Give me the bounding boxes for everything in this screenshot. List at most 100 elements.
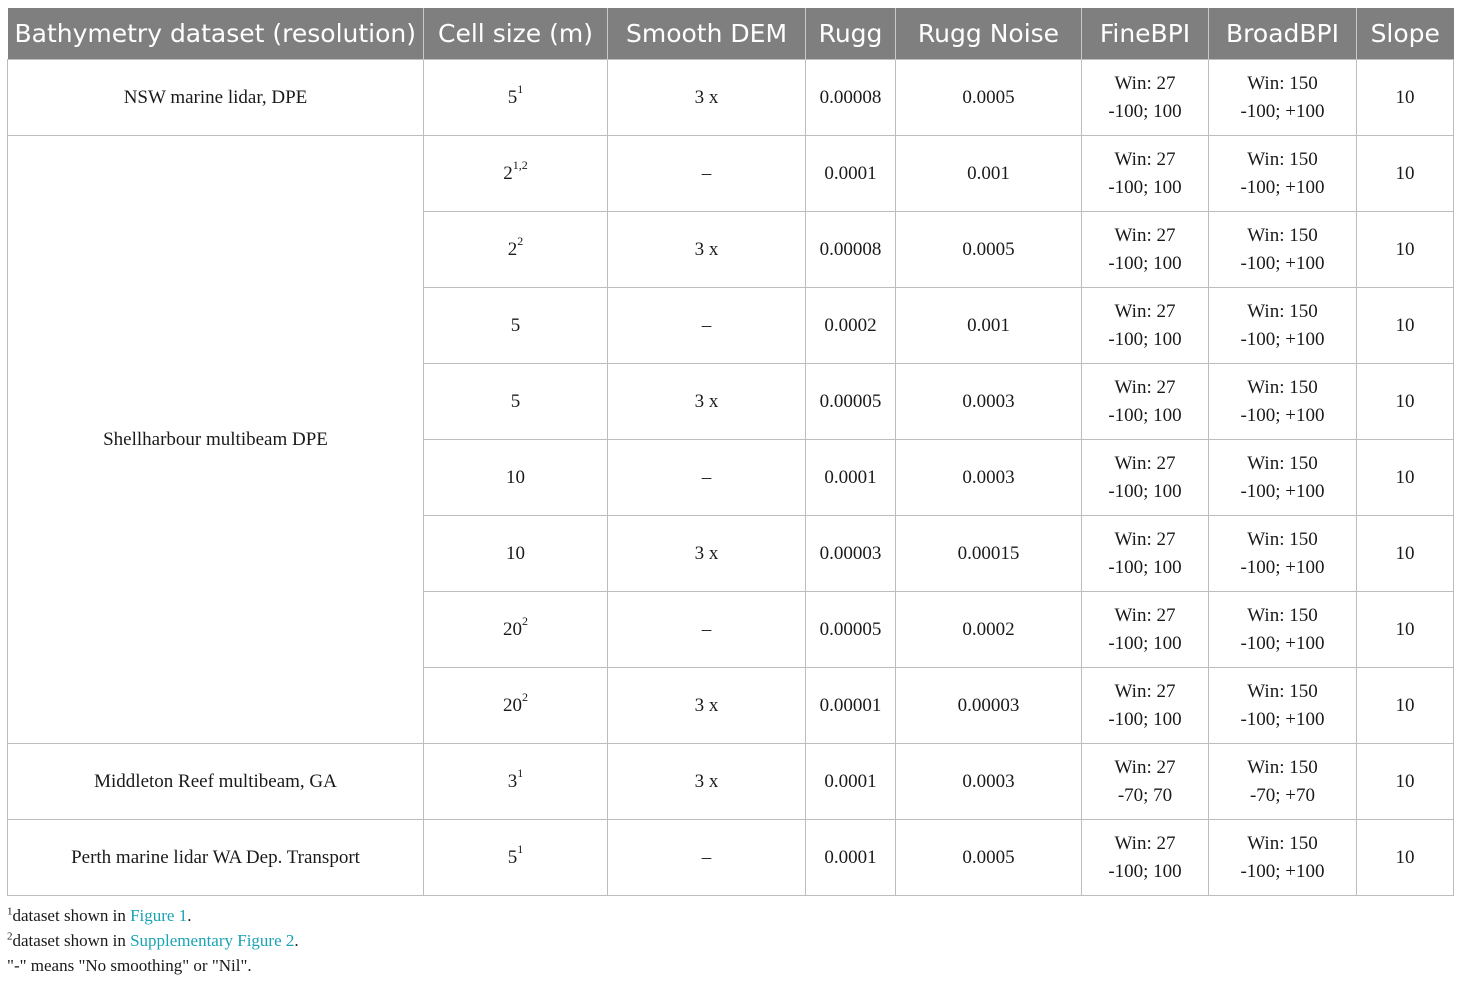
cell-size-value: 3 <box>507 770 518 792</box>
column-header: Smooth DEM <box>607 8 806 60</box>
fine-bpi-window: Win: 27 <box>1114 376 1176 398</box>
cell-size-value: 5 <box>507 846 518 868</box>
fine-bpi-range: -100; 100 <box>1108 708 1182 730</box>
fine-bpi-range: -100; 100 <box>1108 328 1182 350</box>
rugg-noise-cell: 0.001 <box>895 135 1082 212</box>
rugg-cell: 0.0001 <box>805 439 896 516</box>
smooth-dem-cell: 3 x <box>607 59 806 136</box>
broad-bpi-cell: Win: 150 -100; +100 <box>1208 287 1357 364</box>
rugg-cell: 0.00001 <box>805 667 896 744</box>
cell-size-value: 5 <box>507 86 518 108</box>
footnotes: 1dataset shown in Figure 1. 2dataset sho… <box>7 903 299 978</box>
fine-bpi-range: -100; 100 <box>1108 860 1182 882</box>
footnote-1: 1dataset shown in Figure 1. <box>7 905 192 925</box>
broad-bpi-window: Win: 150 <box>1247 148 1318 170</box>
cell-size-cell: 51 <box>423 59 608 136</box>
smooth-dem-cell: – <box>607 287 806 364</box>
footnote-mark: 1 <box>517 842 524 857</box>
rugg-cell: 0.0001 <box>805 743 896 820</box>
fine-bpi-window: Win: 27 <box>1114 224 1176 246</box>
slope-cell: 10 <box>1356 363 1454 440</box>
rugg-cell: 0.0001 <box>805 819 896 896</box>
rugg-noise-cell: 0.0003 <box>895 363 1082 440</box>
broad-bpi-window: Win: 150 <box>1247 300 1318 322</box>
footnote-mark: 2 <box>522 690 528 705</box>
slope-cell: 10 <box>1356 591 1454 668</box>
table-row: NSW marine lidar, DPE 51 3 x 0.00008 0.0005 W… <box>7 59 1454 136</box>
fine-bpi-range: -100; 100 <box>1108 556 1182 578</box>
table-row: Shellharbour multibeam DPE 21,2–0.0001 0.0… <box>7 135 1454 744</box>
broad-bpi-range: -100; +100 <box>1240 100 1325 122</box>
rugg-noise-cell: 0.0005 <box>895 59 1082 136</box>
fine-bpi-window: Win: 27 <box>1114 832 1176 854</box>
footnote-2: 2dataset shown in Supplementary Figure 2… <box>7 930 299 950</box>
rugg-noise-cell: 0.0005 <box>895 819 1082 896</box>
broad-bpi-range: -70; +70 <box>1249 784 1316 806</box>
fine-bpi-range: -100; 100 <box>1108 176 1182 198</box>
slope-cell: 10 <box>1356 667 1454 744</box>
fine-bpi-range: -100; 100 <box>1108 632 1182 654</box>
fine-bpi-cell: Win: 27 -100; 100 <box>1081 211 1209 288</box>
broad-bpi-cell: Win: 150 -100; +100 <box>1208 211 1357 288</box>
cell-size-value: 5 <box>510 390 521 412</box>
fine-bpi-cell: Win: 27 -100; 100 <box>1081 591 1209 668</box>
broad-bpi-window: Win: 150 <box>1247 72 1318 94</box>
broad-bpi-cell: Win: 150 -100; +100 <box>1208 135 1357 212</box>
smooth-dem-cell: – <box>607 819 806 896</box>
broad-bpi-cell: Win: 150 -70; +70 <box>1208 743 1357 820</box>
fine-bpi-window: Win: 27 <box>1114 528 1176 550</box>
fine-bpi-cell: Win: 27 -100; 100 <box>1081 363 1209 440</box>
column-header: FineBPI <box>1081 8 1209 60</box>
fine-bpi-cell: Win: 27 -100; 100 <box>1081 819 1209 896</box>
rugg-noise-cell: 0.0005 <box>895 211 1082 288</box>
broad-bpi-window: Win: 150 <box>1247 224 1318 246</box>
cell-size-value: 2 <box>507 238 518 260</box>
broad-bpi-range: -100; +100 <box>1240 404 1325 426</box>
cell-size-value: 20 <box>503 694 522 716</box>
footnote-mark: 2 <box>517 234 524 249</box>
column-header: Rugg <box>805 8 896 60</box>
broad-bpi-range: -100; +100 <box>1240 556 1325 578</box>
column-header: Slope <box>1356 8 1454 60</box>
footnote-3: "-" means "No smoothing" or "Nil". <box>7 956 252 975</box>
broad-bpi-window: Win: 150 <box>1247 528 1318 550</box>
cell-size-cell: 10 <box>423 515 608 592</box>
cell-size-cell: 31 <box>423 743 608 820</box>
column-header: Rugg Noise <box>895 8 1082 60</box>
smooth-dem-cell: 3 x <box>607 363 806 440</box>
fine-bpi-range: -70; 70 <box>1117 784 1173 806</box>
rugg-noise-cell: 0.00003 <box>895 667 1082 744</box>
cell-size-cell: 10 <box>423 439 608 516</box>
column-header: BroadBPI <box>1208 8 1357 60</box>
smooth-dem-cell: 3 x <box>607 515 806 592</box>
broad-bpi-window: Win: 150 <box>1247 756 1318 778</box>
rugg-noise-cell: 0.0003 <box>895 439 1082 516</box>
rugg-cell: 0.00008 <box>805 211 896 288</box>
broad-bpi-window: Win: 150 <box>1247 452 1318 474</box>
slope-cell: 10 <box>1356 287 1454 364</box>
broad-bpi-range: -100; +100 <box>1240 328 1325 350</box>
cell-size-value: 2 <box>503 162 513 184</box>
fine-bpi-cell: Win: 27 -100; 100 <box>1081 135 1209 212</box>
broad-bpi-range: -100; +100 <box>1240 632 1325 654</box>
fine-bpi-cell: Win: 27 -70; 70 <box>1081 743 1209 820</box>
broad-bpi-range: -100; +100 <box>1240 252 1325 274</box>
broad-bpi-range: -100; +100 <box>1240 708 1325 730</box>
broad-bpi-window: Win: 150 <box>1247 604 1318 626</box>
slope-cell: 10 <box>1356 211 1454 288</box>
rugg-noise-cell: 0.00015 <box>895 515 1082 592</box>
fine-bpi-window: Win: 27 <box>1114 300 1176 322</box>
column-header: Bathymetry dataset (resolution) <box>7 8 424 60</box>
supplementary-figure-2-link[interactable]: Supplementary Figure 2 <box>130 931 294 950</box>
fine-bpi-window: Win: 27 <box>1114 756 1176 778</box>
slope-cell: 10 <box>1356 439 1454 516</box>
rugg-noise-cell: 0.0002 <box>895 591 1082 668</box>
figure-1-link[interactable]: Figure 1 <box>130 906 187 925</box>
smooth-dem-cell: – <box>607 135 806 212</box>
table-header-row: Bathymetry dataset (resolution) Cell size… <box>7 8 1454 60</box>
footnote-mark: 1,2 <box>512 158 528 173</box>
smooth-dem-cell: – <box>607 439 806 516</box>
fine-bpi-range: -100; 100 <box>1108 404 1182 426</box>
table-row: Perth marine lidar WA Dep. Transport 51–0… <box>7 819 1454 896</box>
fine-bpi-window: Win: 27 <box>1114 72 1176 94</box>
